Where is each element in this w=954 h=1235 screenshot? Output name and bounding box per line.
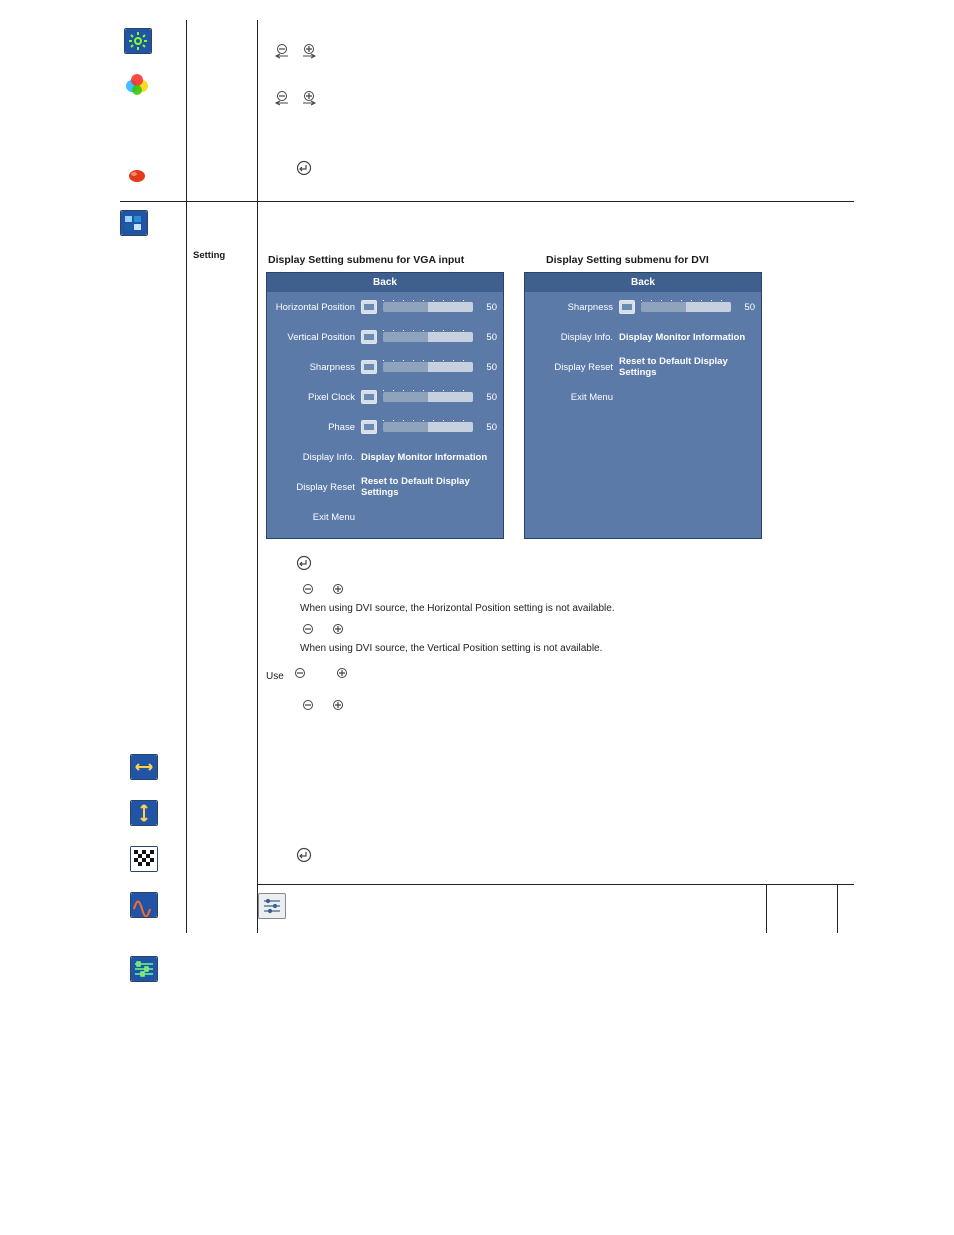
vga-subtitle: Display Setting submenu for VGA input: [268, 254, 514, 266]
enter-icon: [296, 555, 312, 571]
vert-note: When using DVI source, the Vertical Posi…: [300, 643, 762, 654]
panel-action-text[interactable]: Reset to Default Display Settings: [619, 356, 755, 378]
panel-row[interactable]: Display Info. Display Monitor Information: [267, 442, 503, 472]
minus-icon: [274, 91, 290, 107]
panel-row-label: Display Reset: [531, 362, 613, 373]
panel-action-text[interactable]: Reset to Default Display Settings: [361, 476, 497, 498]
horiz-pos-icon: [130, 754, 158, 780]
minus-icon: [300, 584, 316, 600]
vga-panel: Back Horizontal Position50Vertical Posit…: [266, 272, 504, 539]
use-label: Use: [266, 671, 284, 682]
panel-action-text[interactable]: Display Monitor Information: [619, 332, 745, 343]
plus-icon: [330, 624, 346, 640]
panel-row[interactable]: Display Info. Display Monitor Information: [525, 322, 761, 352]
slider-track[interactable]: [641, 302, 731, 312]
panel-row-label: Exit Menu: [273, 512, 355, 523]
plus-icon: [301, 91, 317, 107]
dvi-subtitle: Display Setting submenu for DVI: [546, 254, 709, 266]
slider-value: 50: [479, 362, 497, 373]
panel-row[interactable]: Horizontal Position 50: [267, 292, 503, 322]
plus-icon: [301, 44, 317, 60]
minus-icon: [300, 624, 316, 640]
row-label: Setting: [193, 250, 225, 261]
panel-row-label: Exit Menu: [531, 392, 613, 403]
slider-value: 50: [479, 302, 497, 313]
phase-icon: [130, 956, 158, 982]
panel-row[interactable]: Sharpness 50: [267, 352, 503, 382]
panel-row-label: Display Reset: [273, 482, 355, 493]
enter-icon: [296, 847, 312, 863]
panel-row-label: Display Info.: [273, 452, 355, 463]
panel-row[interactable]: Display Reset Reset to Default Display Se…: [267, 472, 503, 502]
panel-row[interactable]: Pixel Clock 50: [267, 382, 503, 412]
slider-glyph-icon: [361, 360, 377, 374]
enter-icon: [296, 160, 312, 176]
slider-value: 50: [737, 302, 755, 313]
slider-glyph-icon: [619, 300, 635, 314]
vga-panel-header[interactable]: Back: [267, 273, 503, 292]
slider-glyph-icon: [361, 390, 377, 404]
slider-track[interactable]: [383, 392, 473, 402]
color-wheel-icon: [124, 72, 150, 96]
panel-row-label: Phase: [273, 422, 355, 433]
panel-row[interactable]: Sharpness 50: [525, 292, 761, 322]
minus-icon: [300, 700, 316, 716]
panel-row-label: Sharpness: [273, 362, 355, 373]
slider-track[interactable]: [383, 332, 473, 342]
vert-pos-icon: [130, 800, 158, 826]
panel-row-label: Pixel Clock: [273, 392, 355, 403]
panel-row-label: Horizontal Position: [273, 302, 355, 313]
slider-value: 50: [479, 392, 497, 403]
panel-row[interactable]: Phase 50: [267, 412, 503, 442]
slider-value: 50: [479, 422, 497, 433]
slider-track[interactable]: [383, 302, 473, 312]
plus-icon: [330, 700, 346, 716]
pixel-clock-icon: [130, 892, 158, 918]
red-blob-icon: [124, 164, 150, 188]
horiz-note: When using DVI source, the Horizontal Po…: [300, 603, 762, 614]
panel-action-text[interactable]: Display Monitor Information: [361, 452, 487, 463]
slider-glyph-icon: [361, 330, 377, 344]
minus-icon: [274, 44, 290, 60]
sharpness-icon: [130, 846, 158, 872]
panel-row-label: Display Info.: [531, 332, 613, 343]
slider-value: 50: [479, 332, 497, 343]
other-settings-icon: [258, 893, 286, 919]
dvi-panel-header[interactable]: Back: [525, 273, 761, 292]
brightness-icon: [124, 28, 152, 54]
display-setting-icon: [120, 210, 148, 236]
slider-track[interactable]: [383, 362, 473, 372]
plus-icon: [334, 668, 350, 684]
panel-row[interactable]: Vertical Position 50: [267, 322, 503, 352]
plus-icon: [330, 584, 346, 600]
dvi-panel: Back Sharpness 50 Display Info. Display Mon…: [524, 272, 762, 539]
panel-row-label: Vertical Position: [273, 332, 355, 343]
panel-row-label: Sharpness: [531, 302, 613, 313]
slider-glyph-icon: [361, 420, 377, 434]
panel-row[interactable]: Display Reset Reset to Default Display Se…: [525, 352, 761, 382]
slider-track[interactable]: [383, 422, 473, 432]
slider-glyph-icon: [361, 300, 377, 314]
panel-row[interactable]: Exit Menu: [267, 502, 503, 532]
minus-icon: [292, 668, 308, 684]
panel-row[interactable]: Exit Menu: [525, 382, 761, 412]
